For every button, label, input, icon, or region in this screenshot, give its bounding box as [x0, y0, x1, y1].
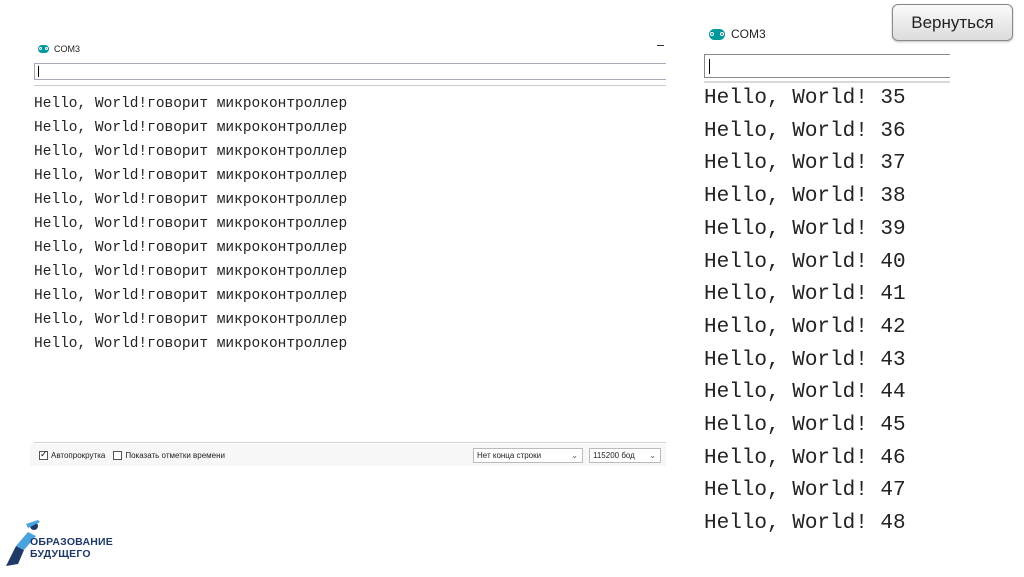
text-cursor: [38, 66, 39, 77]
output-line: Hello, World! 46: [704, 446, 906, 470]
output-line: Hello, World! 43: [704, 348, 906, 372]
arduino-logo-icon: [38, 45, 49, 53]
back-button[interactable]: Вернуться: [892, 4, 1013, 41]
divider: [34, 85, 666, 86]
output-line: Hello, World!говорит микроконтроллер: [34, 336, 348, 352]
baud-rate-select[interactable]: 115200 бод ⌄: [589, 448, 661, 463]
brand-line-2: БУДУЩЕГО: [30, 548, 91, 560]
checkbox-unchecked-icon[interactable]: [113, 450, 123, 460]
output-line: Hello, World! 48: [704, 512, 906, 536]
output-line: Hello, World! 37: [704, 152, 906, 176]
chevron-down-icon: ⌄: [649, 451, 656, 460]
output-line: Hello, World! 40: [704, 250, 906, 274]
autoscroll-label: Автопрокрутка: [51, 450, 106, 460]
output-line: Hello, World!говорит микроконтроллер: [34, 168, 348, 184]
output-line: Hello, World!говорит микроконтроллер: [34, 264, 348, 280]
output-line: Hello, World!говорит микроконтроллер: [34, 216, 348, 232]
output-line: Hello, World! 36: [704, 119, 906, 143]
output-line: Hello, World! 38: [704, 185, 906, 209]
output-line: Hello, World!говорит микроконтроллер: [34, 240, 348, 256]
output-line: Hello, World!говорит микроконтроллер: [34, 288, 348, 304]
output-line: Hello, World! 42: [704, 315, 906, 339]
window-title-bar: COM3: [38, 42, 80, 56]
output-line: Hello, World! 35: [704, 87, 906, 110]
output-line: Hello, World!говорит микроконтроллер: [34, 144, 348, 160]
brand-logo: ОБРАЗОВАНИЕ БУДУЩЕГО: [2, 516, 132, 572]
output-line: Hello, World! 41: [704, 283, 906, 307]
monitor-options-bar: Автопрокрутка Показать отметки времени Н…: [30, 444, 666, 466]
brand-name: ОБРАЗОВАНИЕ БУДУЩЕГО: [30, 536, 113, 560]
serial-output: Hello, World! 35 Hello, World! 36 Hello, W…: [704, 83, 906, 541]
minimize-icon[interactable]: [657, 45, 664, 46]
window-title-bar: COM3: [709, 24, 766, 44]
serial-send-input[interactable]: [704, 54, 950, 78]
brand-line-1: ОБРАЗОВАНИЕ: [30, 536, 113, 548]
serial-output: Hello, World!говорит микроконтроллер Hell…: [34, 92, 634, 356]
output-line: Hello, World!говорит микроконтроллер: [34, 120, 348, 136]
baud-rate-value: 115200 бод: [593, 451, 635, 460]
divider: [34, 442, 666, 443]
output-line: Hello, World! 39: [704, 217, 906, 241]
serial-monitor-left: COM3 Hello, World!говорит микроконтролле…: [30, 38, 666, 470]
window-title: COM3: [731, 27, 766, 41]
output-line: Hello, World! 45: [704, 414, 906, 438]
serial-send-input[interactable]: [34, 63, 666, 80]
output-line: Hello, World! 47: [704, 479, 906, 503]
timestamps-label: Показать отметки времени: [125, 450, 226, 460]
chevron-down-icon: ⌄: [571, 451, 578, 460]
line-ending-select[interactable]: Нет конца строки ⌄: [473, 448, 583, 463]
output-line: Hello, World! 44: [704, 381, 906, 405]
arduino-logo-icon: [709, 28, 725, 40]
text-cursor: [709, 59, 710, 74]
output-line: Hello, World!говорит микроконтроллер: [34, 192, 348, 208]
window-title: COM3: [54, 44, 81, 54]
checkbox-checked-icon[interactable]: [39, 449, 48, 460]
timestamps-checkbox[interactable]: Показать отметки времени: [113, 450, 226, 460]
autoscroll-checkbox[interactable]: Автопрокрутка: [39, 449, 106, 460]
output-line: Hello, World!говорит микроконтроллер: [34, 312, 348, 328]
serial-monitor-right: COM3 Hello, World! 35 Hello, World! 36 Hel…: [700, 20, 950, 565]
output-line: Hello, World!говорит микроконтроллер: [34, 96, 348, 112]
line-ending-value: Нет конца строки: [477, 451, 542, 460]
